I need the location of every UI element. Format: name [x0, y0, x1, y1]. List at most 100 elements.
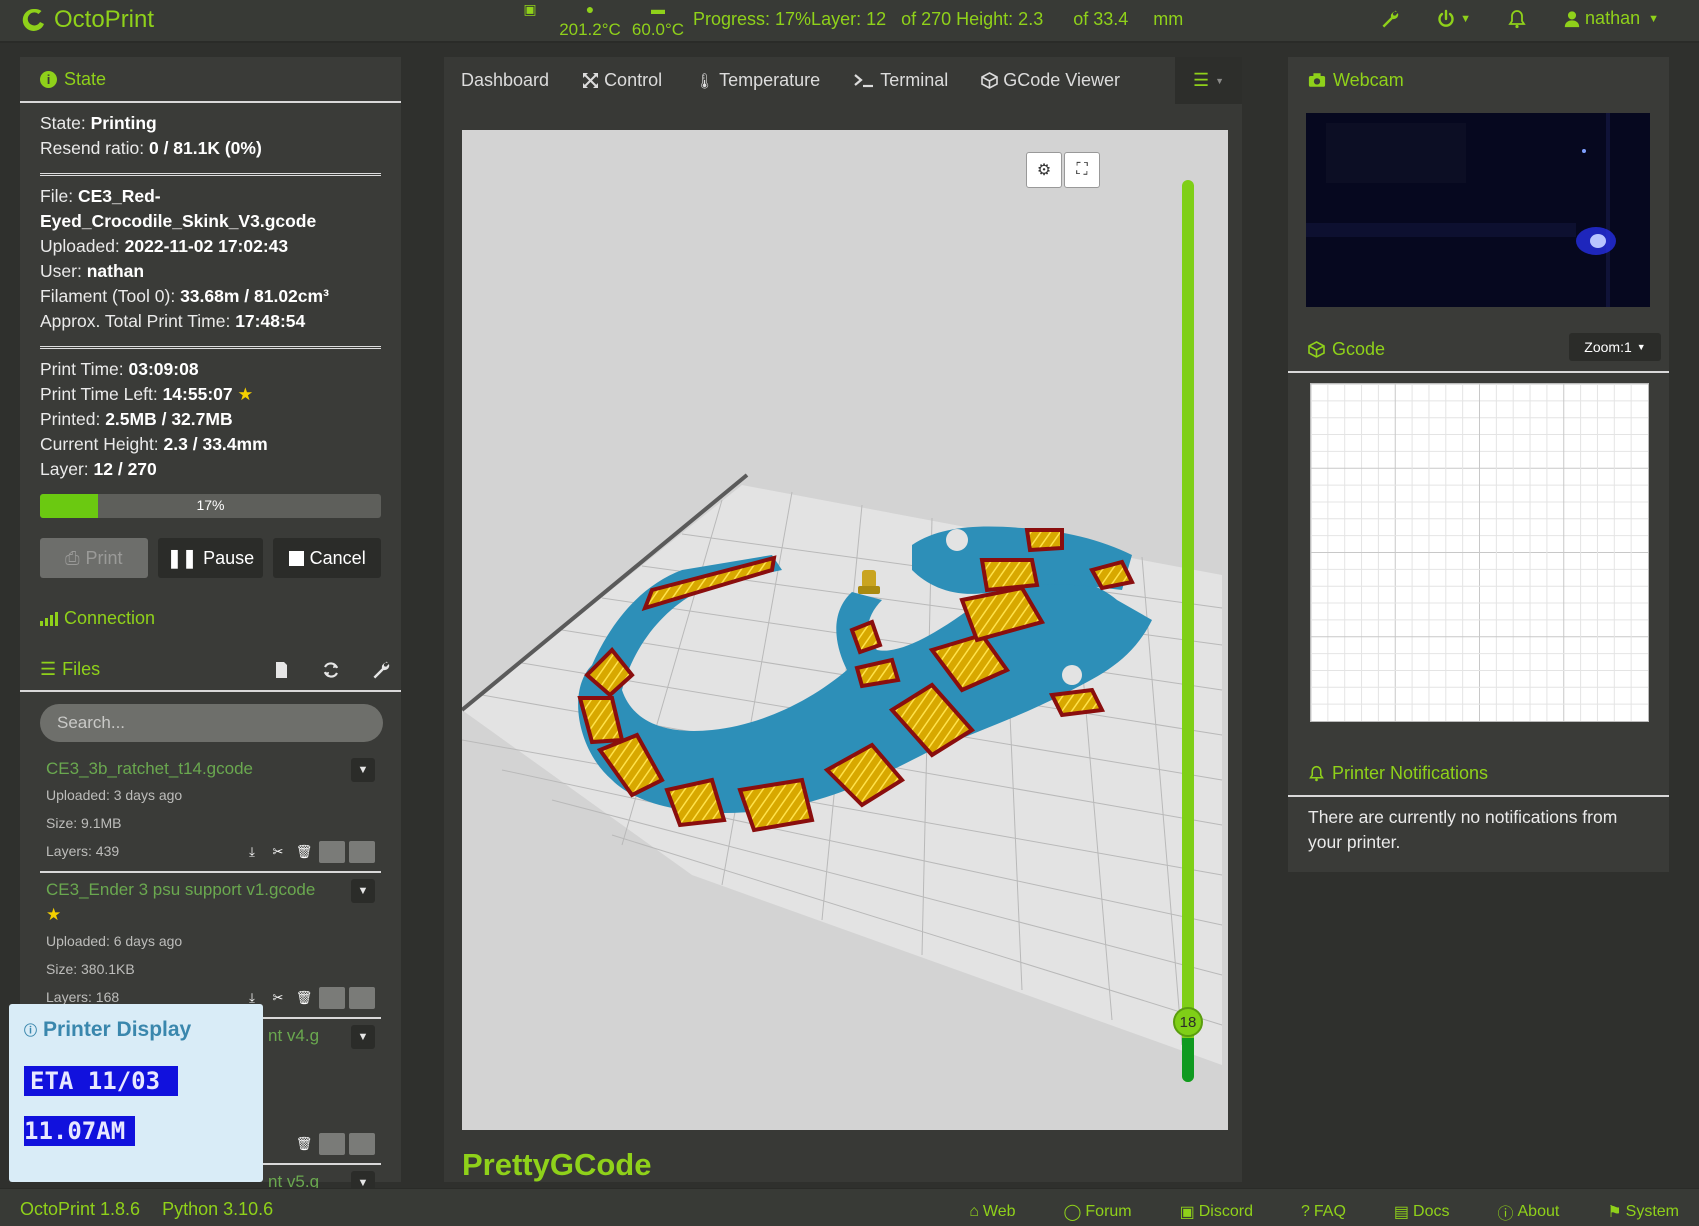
- resend-value: 0 / 81.1K (0%): [148, 138, 262, 158]
- tab-control[interactable]: Control: [582, 70, 662, 91]
- print-file-icon[interactable]: [349, 987, 375, 1009]
- menu-icon: ☰: [1192, 70, 1210, 90]
- footer-link-web[interactable]: ⌂ Web: [969, 1200, 1015, 1224]
- tab-dashboard[interactable]: Dashboard: [461, 70, 549, 91]
- tab-overflow-menu[interactable]: ☰ ▼: [1175, 57, 1242, 104]
- notifications-panel-header[interactable]: Printer Notifications: [1288, 751, 1669, 797]
- load-folder-icon[interactable]: [319, 841, 345, 863]
- stop-icon: [288, 550, 304, 566]
- nav-right: ▼ nathan ▼: [1380, 8, 1659, 29]
- bed-temp-value: 60.0°C: [631, 20, 685, 39]
- print-time-label: Print Time:: [40, 359, 124, 379]
- viewer-settings-button[interactable]: ⚙: [1026, 152, 1062, 188]
- time-left-value: 14:55:07: [162, 384, 233, 404]
- file-name-link[interactable]: CE3_3b_ratchet_t14.gcode: [46, 756, 316, 781]
- chevron-down-icon: ▼: [1648, 12, 1659, 25]
- footer-link-faq[interactable]: ? FAQ: [1301, 1200, 1346, 1224]
- file-list-item[interactable]: CE3_Ender 3 psu support v1.gcode ★ Upload…: [40, 873, 381, 1019]
- terminal-icon: [854, 74, 874, 88]
- trash-icon[interactable]: 🗑: [293, 987, 315, 1009]
- total-time-label: Approx. Total Print Time:: [40, 311, 231, 331]
- uploaded-row: Uploaded: 2022-11-02 17:02:43: [40, 234, 381, 259]
- user-label: User:: [40, 261, 82, 281]
- tab-temperature-label: Temperature: [719, 70, 821, 90]
- filament-value: 33.68m / 81.02cm³: [180, 286, 329, 306]
- fullscreen-button[interactable]: ⛶: [1064, 152, 1100, 188]
- tab-temperature[interactable]: 🌡 Temperature: [695, 70, 820, 91]
- sd-card-icon[interactable]: [271, 660, 291, 680]
- pause-button-label: Pause: [203, 547, 255, 568]
- print-button[interactable]: ⎙ Print: [40, 538, 148, 578]
- cancel-button-label: Cancel: [309, 547, 366, 568]
- brand[interactable]: OctoPrint: [20, 6, 154, 34]
- state-panel-header[interactable]: i State: [20, 57, 401, 103]
- expand-chevron-button[interactable]: ▼: [351, 879, 375, 903]
- tab-gcode-viewer[interactable]: GCode Viewer: [981, 70, 1120, 91]
- settings-wrench-icon[interactable]: [1380, 9, 1400, 29]
- gcode-3d-viewer[interactable]: ⚙ ⛶ 18: [462, 130, 1228, 1130]
- footer-link-system[interactable]: ⚑ System: [1607, 1200, 1679, 1224]
- notifications-header-label: Printer Notifications: [1332, 762, 1489, 783]
- uploaded-value: 2022-11-02 17:02:43: [124, 236, 289, 256]
- layer-slider[interactable]: [1182, 180, 1194, 1082]
- bell-icon[interactable]: [1507, 9, 1527, 29]
- printer-display-title-text: Printer Display: [43, 1018, 192, 1041]
- cancel-button[interactable]: Cancel: [273, 538, 382, 578]
- prettygcode-title: PrettyGCode: [462, 1147, 652, 1182]
- height-value: 2.3 / 33.4mm: [163, 434, 268, 454]
- cut-icon[interactable]: ✂: [267, 987, 289, 1009]
- printed-value: 2.5MB / 32.7MB: [105, 409, 233, 429]
- cube-icon: [981, 72, 999, 89]
- user-menu[interactable]: nathan ▼: [1563, 8, 1659, 29]
- files-panel-header[interactable]: ☰ Files: [20, 648, 401, 692]
- file-name-link[interactable]: CE3_Ender 3 psu support v1.gcode ★: [46, 877, 316, 927]
- print-time-row: Print Time: 03:09:08: [40, 357, 381, 382]
- webcam-panel-header[interactable]: Webcam: [1288, 57, 1669, 103]
- file-list-item[interactable]: CE3_3b_ratchet_t14.gcode Uploaded: 3 day…: [40, 752, 381, 873]
- question-circle-icon: ?: [1300, 1203, 1310, 1220]
- chat-icon: ▣: [1179, 1204, 1195, 1221]
- print-file-icon[interactable]: [349, 1133, 375, 1155]
- zoom-dropdown[interactable]: Zoom:1 ▼: [1569, 333, 1661, 361]
- expand-chevron-button[interactable]: ▼: [351, 1025, 375, 1049]
- user-row: User: nathan: [40, 259, 381, 284]
- footer-link-discord[interactable]: ▣ Discord: [1180, 1200, 1253, 1224]
- load-folder-icon[interactable]: [319, 987, 345, 1009]
- expand-chevron-button[interactable]: ▼: [351, 758, 375, 782]
- trash-icon[interactable]: 🗑: [293, 1133, 315, 1155]
- state-row: State: Printing: [40, 111, 381, 136]
- pause-button[interactable]: ❚❚ Pause: [157, 538, 264, 578]
- time-left-row: Print Time Left: 14:55:07 ★: [40, 382, 381, 407]
- file-search-input[interactable]: [40, 704, 383, 742]
- layer-slider-handle[interactable]: 18: [1173, 1007, 1203, 1037]
- load-folder-icon[interactable]: [319, 1133, 345, 1155]
- tab-terminal[interactable]: Terminal: [853, 70, 948, 91]
- python-version: Python 3.10.6: [162, 1199, 274, 1219]
- resend-row: Resend ratio: 0 / 81.1K (0%): [40, 136, 381, 161]
- refresh-icon[interactable]: [321, 660, 341, 680]
- total-time-value: 17:48:54: [235, 311, 306, 331]
- trash-icon[interactable]: 🗑: [293, 841, 315, 863]
- connection-panel-header[interactable]: Connection: [20, 596, 401, 640]
- bed-icon: ▬: [651, 1, 665, 17]
- download-icon[interactable]: ⤓: [241, 841, 263, 863]
- footer-link-label: System: [1625, 1203, 1679, 1220]
- footer-link-about[interactable]: ⓘ About: [1497, 1200, 1559, 1224]
- state-label: State:: [40, 113, 86, 133]
- print-button-label: Print: [85, 547, 123, 568]
- footer-link-forum[interactable]: ◯ Forum: [1063, 1200, 1131, 1224]
- wrench-icon[interactable]: [371, 660, 391, 680]
- nav-bed-temp[interactable]: ▬ 60.0°C: [618, 0, 698, 40]
- brand-name: OctoPrint: [54, 6, 155, 33]
- book-icon: ▤: [1393, 1204, 1410, 1221]
- gcode-2d-preview[interactable]: [1310, 383, 1649, 722]
- state-section-status: State: Printing Resend ratio: 0 / 81.1K …: [20, 103, 401, 167]
- cut-icon[interactable]: ✂: [267, 841, 289, 863]
- print-file-icon[interactable]: [349, 841, 375, 863]
- user-icon: [1564, 10, 1580, 27]
- layer-row: Layer: 12 / 270: [40, 457, 381, 482]
- power-menu[interactable]: ▼: [1436, 9, 1471, 29]
- footer-link-docs[interactable]: ▤ Docs: [1394, 1200, 1450, 1224]
- chevron-down-icon: ▼: [357, 1031, 369, 1043]
- navbar: OctoPrint ▣ ● 201.2°C ▬ 60.0°C Progress:…: [0, 0, 1699, 43]
